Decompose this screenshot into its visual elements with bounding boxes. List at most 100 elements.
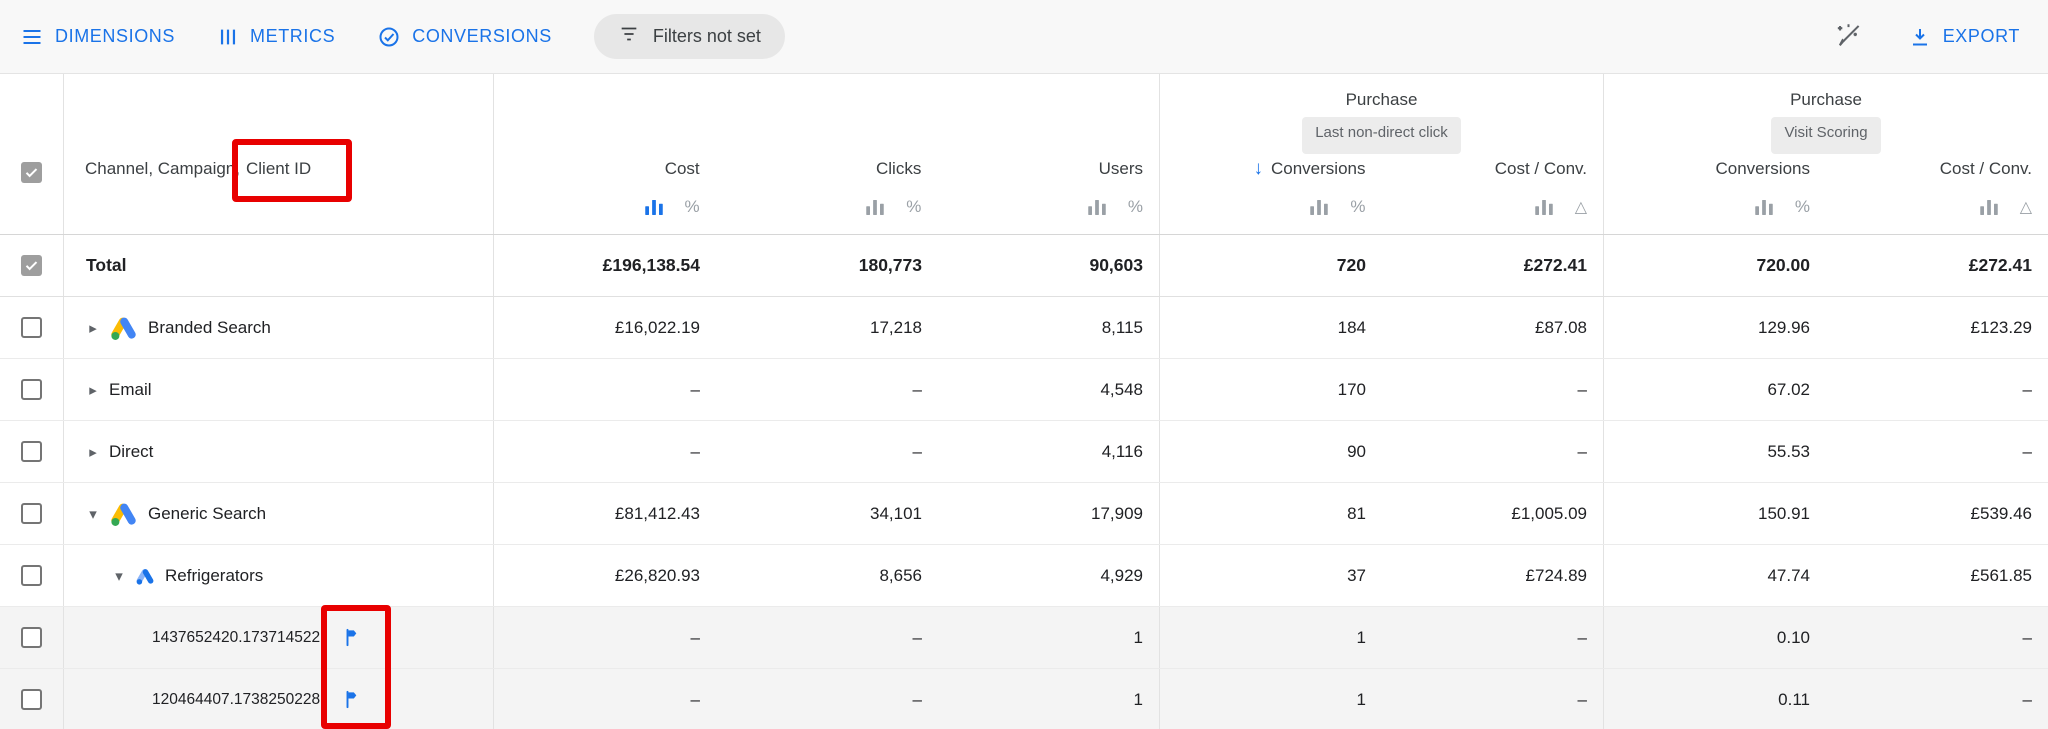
google-ads-icon xyxy=(109,499,138,528)
row-checkbox[interactable] xyxy=(21,689,42,710)
cell-cost: £81,412.43 xyxy=(494,483,716,544)
table-body: ▸Branded Search£16,022.1917,2188,115184£… xyxy=(0,297,2048,729)
total-clicks: 180,773 xyxy=(716,235,938,296)
percent-icon[interactable]: % xyxy=(1350,197,1365,217)
cell-cost-per-conv-lndc: – xyxy=(1382,669,1604,729)
total-checkbox[interactable] xyxy=(21,255,42,276)
row-checkbox[interactable] xyxy=(21,379,42,400)
percent-icon[interactable]: % xyxy=(1128,197,1143,217)
table-row: ▾Refrigerators£26,820.938,6564,92937£724… xyxy=(0,545,2048,607)
cell-cost: – xyxy=(494,669,716,729)
cell-cost: – xyxy=(494,359,716,420)
column-header-cost[interactable]: Cost % xyxy=(494,154,716,234)
column-header-clicks[interactable]: Clicks % xyxy=(716,154,938,234)
row-checkbox[interactable] xyxy=(21,441,42,462)
column-header-conversions-lndc[interactable]: ↓ Conversions % xyxy=(1160,154,1382,234)
cell-conversions-vs: 129.96 xyxy=(1604,297,1826,358)
cell-conversions-vs: 150.91 xyxy=(1604,483,1826,544)
filters-button[interactable]: Filters not set xyxy=(594,14,785,59)
percent-icon[interactable]: % xyxy=(1795,197,1810,217)
bar-chart-icon[interactable] xyxy=(645,200,663,215)
percent-icon[interactable]: % xyxy=(685,197,700,217)
cell-users: 4,548 xyxy=(938,359,1160,420)
total-label-cell: Total xyxy=(64,235,494,296)
cell-cost-per-conv-vs: £539.46 xyxy=(1826,483,2048,544)
column-label: Users xyxy=(1099,159,1143,179)
expand-arrow[interactable]: ▸ xyxy=(84,381,102,399)
dimensions-label: DIMENSIONS xyxy=(55,26,175,47)
filter-icon xyxy=(618,23,640,50)
filters-label: Filters not set xyxy=(653,26,761,47)
bar-chart-icon[interactable] xyxy=(1535,200,1553,215)
sort-desc-icon[interactable]: ↓ xyxy=(1254,158,1264,180)
cell-clicks: – xyxy=(716,669,938,729)
expand-arrow[interactable]: ▸ xyxy=(84,443,102,461)
table-row: ▸Branded Search£16,022.1917,2188,115184£… xyxy=(0,297,2048,359)
header-checkbox-cell xyxy=(0,74,64,234)
metrics-group-basic: Cost % Clicks % Users xyxy=(494,74,1160,234)
row-name-cell: 1437652420.173714522 xyxy=(64,607,494,668)
percent-icon[interactable]: % xyxy=(906,197,921,217)
column-label: Cost xyxy=(665,159,700,179)
expand-arrow[interactable]: ▸ xyxy=(84,319,102,337)
select-all-checkbox[interactable] xyxy=(21,162,42,183)
cell-clicks: 34,101 xyxy=(716,483,938,544)
signpost-icon[interactable] xyxy=(336,688,359,711)
attribution-model-badge: Last non-direct click xyxy=(1302,117,1461,154)
bar-chart-icon[interactable] xyxy=(1980,200,1998,215)
row-checkbox[interactable] xyxy=(21,565,42,586)
bar-chart-icon[interactable] xyxy=(866,200,884,215)
cell-cost-per-conv-vs: – xyxy=(1826,669,2048,729)
total-checkbox-cell xyxy=(0,235,64,296)
cell-users: 8,115 xyxy=(938,297,1160,358)
cell-conversions-vs: 47.74 xyxy=(1604,545,1826,606)
signpost-icon[interactable] xyxy=(336,626,359,649)
column-header-cost-per-conv-lndc[interactable]: Cost / Conv. △ xyxy=(1382,154,1604,234)
cell-conversions-vs: 0.10 xyxy=(1604,607,1826,668)
metrics-button[interactable]: METRICS xyxy=(217,26,335,48)
magic-wand-button[interactable] xyxy=(1835,22,1862,52)
dimensions-button[interactable]: DIMENSIONS xyxy=(20,25,175,49)
column-header-users[interactable]: Users % xyxy=(937,154,1159,234)
expand-arrow[interactable]: ▾ xyxy=(84,505,102,523)
cell-conversions-lndc: 184 xyxy=(1160,297,1382,358)
cell-users: 1 xyxy=(938,669,1160,729)
table-header: Channel, Campaign,Client ID Cost % Click… xyxy=(0,74,2048,235)
delta-icon[interactable]: △ xyxy=(2020,197,2032,217)
column-header-conversions-vs[interactable]: Conversions % xyxy=(1604,154,1826,234)
attribution-report: DIMENSIONS METRICS CONVERSIONS Filters n… xyxy=(0,0,2048,729)
cell-cost: – xyxy=(494,607,716,668)
table-row: 1437652420.173714522––11–0.10– xyxy=(0,607,2048,669)
table-row: 120464407.1738250228––11–0.11– xyxy=(0,669,2048,729)
cell-clicks: – xyxy=(716,359,938,420)
cell-cost: – xyxy=(494,421,716,482)
row-name-cell: ▾Generic Search xyxy=(64,483,494,544)
name-column-header[interactable]: Channel, Campaign,Client ID xyxy=(64,74,494,234)
column-label: Conversions xyxy=(1716,159,1811,179)
google-ads-icon xyxy=(109,313,138,342)
total-conversions-vs: 720.00 xyxy=(1604,235,1826,296)
bar-chart-icon[interactable] xyxy=(1088,200,1106,215)
export-button[interactable]: EXPORT xyxy=(1908,25,2020,49)
name-column-prefix: Channel, Campaign, xyxy=(85,159,240,178)
bar-chart-icon[interactable] xyxy=(1310,200,1328,215)
cell-conversions-lndc: 1 xyxy=(1160,607,1382,668)
cell-conversions-vs: 67.02 xyxy=(1604,359,1826,420)
row-label: Refrigerators xyxy=(165,566,263,586)
export-label: EXPORT xyxy=(1943,26,2020,47)
bar-chart-icon[interactable] xyxy=(1755,200,1773,215)
row-name-cell: ▾ Refrigerators xyxy=(64,545,494,606)
conversions-button[interactable]: CONVERSIONS xyxy=(377,25,552,49)
delta-icon[interactable]: △ xyxy=(1575,197,1587,217)
column-header-cost-per-conv-vs[interactable]: Cost / Conv. △ xyxy=(1826,154,2048,234)
row-checkbox[interactable] xyxy=(21,503,42,524)
cell-users: 1 xyxy=(938,607,1160,668)
cell-cost-per-conv-lndc: – xyxy=(1382,359,1604,420)
row-checkbox[interactable] xyxy=(21,317,42,338)
table-row: ▾Generic Search£81,412.4334,10117,90981£… xyxy=(0,483,2048,545)
cell-conversions-lndc: 170 xyxy=(1160,359,1382,420)
table-row: ▸Direct––4,11690–55.53– xyxy=(0,421,2048,483)
expand-arrow[interactable]: ▾ xyxy=(110,567,128,585)
google-ads-blue-icon xyxy=(135,566,155,586)
row-checkbox[interactable] xyxy=(21,627,42,648)
